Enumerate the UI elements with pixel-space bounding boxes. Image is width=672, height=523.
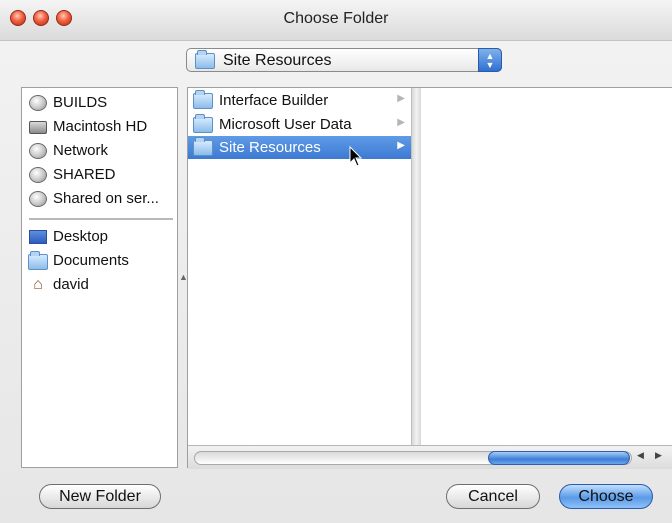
disclosure-arrow-icon: ▶ bbox=[397, 117, 405, 128]
hard-drive-icon bbox=[29, 121, 47, 134]
sidebar: BUILDS Macintosh HD Network SHARED Share… bbox=[21, 87, 178, 468]
network-volume-icon bbox=[29, 191, 47, 207]
list-item-label: Interface Builder bbox=[219, 92, 329, 109]
sidebar-item-documents[interactable]: Documents bbox=[22, 250, 177, 272]
horizontal-scrollbar[interactable]: ◀ ▶ bbox=[188, 445, 672, 469]
browser-column-2 bbox=[421, 88, 672, 445]
choose-button[interactable]: Choose bbox=[559, 484, 653, 509]
sidebar-divider bbox=[29, 218, 173, 220]
cancel-button[interactable]: Cancel bbox=[446, 484, 540, 509]
sidebar-item-david[interactable]: ⌂ david bbox=[22, 274, 177, 296]
list-item-label: Microsoft User Data bbox=[219, 116, 352, 133]
desktop-icon bbox=[29, 230, 47, 244]
folder-icon bbox=[193, 90, 213, 109]
home-icon: ⌂ bbox=[33, 276, 43, 293]
list-item[interactable]: Interface Builder ▶ bbox=[188, 89, 411, 112]
folder-icon bbox=[193, 137, 213, 156]
sidebar-item-shared-on-server[interactable]: Shared on ser... bbox=[22, 188, 177, 210]
list-item[interactable]: Microsoft User Data ▶ bbox=[188, 113, 411, 136]
disclosure-arrow-icon: ▶ bbox=[397, 140, 405, 151]
scroll-thumb[interactable] bbox=[488, 451, 630, 465]
title-bar: Choose Folder bbox=[0, 0, 672, 41]
sidebar-item-label: Desktop bbox=[53, 228, 109, 245]
sidebar-item-shared[interactable]: SHARED bbox=[22, 164, 177, 186]
new-folder-button[interactable]: New Folder bbox=[39, 484, 161, 509]
sidebar-item-label: Network bbox=[53, 142, 109, 159]
folder-icon bbox=[193, 114, 213, 133]
folder-icon bbox=[195, 50, 215, 69]
up-down-arrows-icon: ▲ ▼ bbox=[478, 48, 502, 72]
location-popup-label: Site Resources bbox=[223, 52, 332, 69]
window-title: Choose Folder bbox=[283, 10, 389, 27]
list-item-label: Site Resources bbox=[219, 139, 321, 156]
sidebar-item-desktop[interactable]: Desktop bbox=[22, 226, 177, 248]
sidebar-item-label: david bbox=[53, 276, 89, 293]
disclosure-arrow-icon: ▶ bbox=[397, 93, 405, 104]
location-popup[interactable]: Site Resources ▲ ▼ bbox=[186, 48, 502, 72]
network-globe-icon bbox=[29, 143, 47, 159]
scroll-right-arrow-icon[interactable]: ▶ bbox=[655, 450, 662, 461]
sidebar-item-label: SHARED bbox=[53, 166, 116, 183]
browser-column-1: Interface Builder ▶ Microsoft User Data … bbox=[188, 88, 411, 445]
sidebar-item-label: Macintosh HD bbox=[53, 118, 148, 135]
list-item-selected[interactable]: Site Resources ▶ bbox=[188, 136, 411, 159]
sidebar-item-label: Documents bbox=[53, 252, 129, 269]
sidebar-item-label: BUILDS bbox=[53, 94, 108, 111]
choose-folder-dialog: Choose Folder Site Resources ▲ ▼ BUILDS M… bbox=[0, 0, 672, 523]
network-volume-icon bbox=[29, 167, 47, 183]
scroll-left-arrow-icon[interactable]: ◀ bbox=[637, 450, 644, 461]
folder-icon bbox=[28, 251, 48, 270]
column-browser: Interface Builder ▶ Microsoft User Data … bbox=[187, 87, 672, 469]
sidebar-item-label: Shared on ser... bbox=[53, 190, 159, 207]
sidebar-item-builds[interactable]: BUILDS bbox=[22, 92, 177, 114]
column-resize-handle[interactable] bbox=[411, 88, 421, 445]
network-volume-icon bbox=[29, 95, 47, 111]
sidebar-item-network[interactable]: Network bbox=[22, 140, 177, 162]
sidebar-item-macintosh-hd[interactable]: Macintosh HD bbox=[22, 116, 177, 138]
mouse-pointer-icon bbox=[349, 146, 363, 167]
